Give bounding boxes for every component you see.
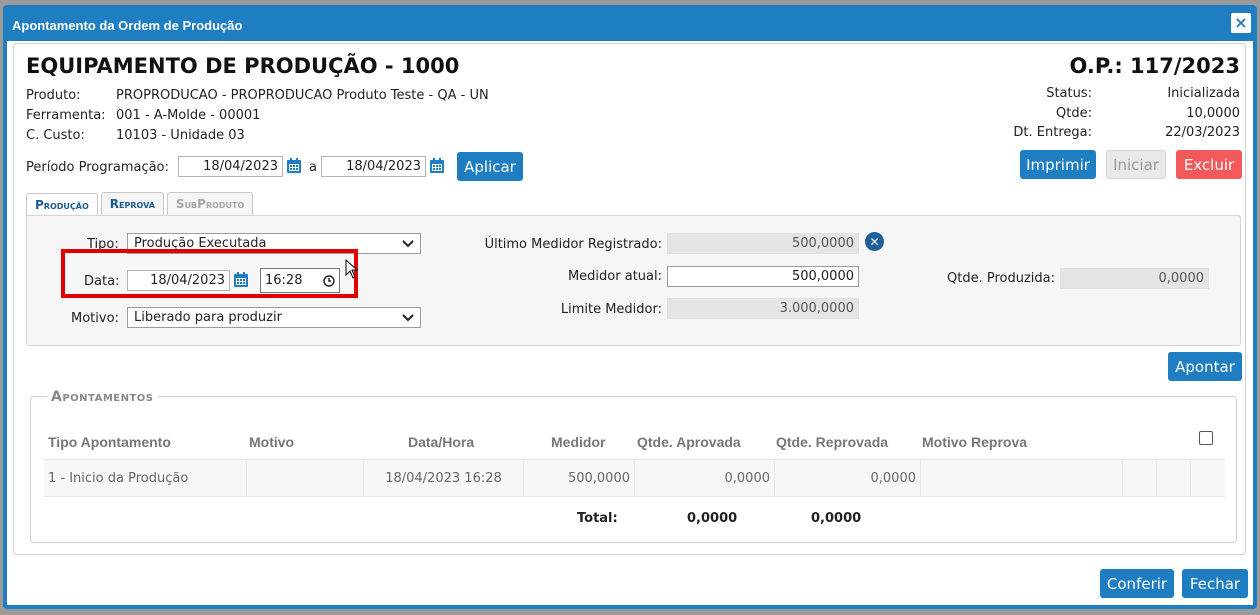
apontar-button[interactable]: Apontar [1168, 352, 1242, 381]
col-motivo: Motivo [249, 434, 295, 450]
apontamentos-legend: Apontamentos [47, 389, 158, 405]
status-block: Status: Inicializada Qtde: 10,0000 Dt. Ent… [1000, 86, 1240, 145]
motivo-label: Motivo: [71, 311, 119, 326]
chevron-down-icon [402, 313, 414, 321]
period-end-input[interactable]: 18/04/2023 [321, 156, 426, 177]
tab-subproduto[interactable]: SubProduto [166, 192, 254, 216]
entrega-value: 22/03/2023 [1165, 125, 1240, 140]
status-label: Status: [1046, 86, 1092, 101]
period-label: Período Programação: [26, 160, 169, 175]
medidor-atual-input[interactable]: 500,0000 [667, 266, 859, 287]
custo-value: 10103 - Unidade 03 [116, 128, 245, 143]
limite-medidor-label: Limite Medidor: [560, 302, 662, 317]
highlight-box [61, 249, 358, 298]
total-aprovada: 0,0000 [687, 511, 738, 526]
page-title: EQUIPAMENTO DE PRODUÇÃO - 1000 [26, 54, 460, 78]
apply-button[interactable]: Aplicar [457, 152, 523, 181]
qtde-value: 10,0000 [1186, 105, 1240, 121]
ferramenta-value: 001 - A-Molde - 00001 [116, 108, 261, 123]
ultimo-medidor-input: 500,0000 [667, 233, 859, 254]
cell-medidor: 500,0000 [524, 460, 635, 496]
status-value: Inicializada [1167, 86, 1240, 101]
cell-motivo [247, 460, 364, 496]
chevron-down-icon [402, 239, 414, 247]
conferir-button[interactable]: Conferir [1100, 569, 1174, 598]
tab-bar: Produção Reprova SubProduto [26, 192, 254, 217]
total-reprovada: 0,0000 [811, 511, 862, 526]
ferramenta-row: Ferramenta: 001 - A-Molde - 00001 [26, 108, 260, 123]
produto-row: Produto: PROPRODUCAO - PROPRODUCAO Produt… [26, 88, 489, 103]
entrega-label: Dt. Entrega: [1013, 125, 1092, 140]
col-tipo-apontamento: Tipo Apontamento [48, 434, 171, 450]
start-button[interactable]: Iniciar [1106, 150, 1166, 179]
medidor-atual-label: Medidor atual: [567, 269, 662, 284]
close-icon[interactable]: × [1231, 13, 1251, 33]
produto-label: Produto: [26, 88, 81, 103]
produto-value: PROPRODUCAO - PROPRODUCAO Produto Teste … [116, 88, 489, 103]
col-data-hora: Data/Hora [408, 434, 475, 450]
fechar-button[interactable]: Fechar [1182, 569, 1248, 598]
cell-data-hora: 18/04/2023 16:28 [364, 460, 524, 496]
tab-producao[interactable]: Produção [26, 193, 98, 217]
apontamentos-fieldset: Apontamentos Tipo Apontamento Motivo Dat… [30, 389, 1237, 543]
cell-action-2 [1157, 460, 1191, 496]
select-all-checkbox[interactable] [1199, 431, 1213, 445]
table-row[interactable]: 1 - Inicio da Produção 18/04/2023 16:28 … [44, 459, 1225, 497]
cell-qtde-aprovada: 0,0000 [635, 460, 775, 496]
period-start-input[interactable]: 18/04/2023 [178, 156, 283, 177]
cell-action-3 [1191, 460, 1225, 496]
ferramenta-label: Ferramenta: [26, 108, 106, 123]
dialog-window: Apontamento da Ordem de Produção × EQUIP… [3, 5, 1257, 609]
col-motivo-reprova: Motivo Reprova [922, 434, 1028, 450]
mouse-cursor-icon [345, 259, 359, 279]
calendar-icon[interactable] [286, 158, 302, 174]
cell-motivo-reprova [921, 460, 1123, 496]
custo-label: C. Custo: [26, 128, 85, 143]
col-qtde-aprovada: Qtde. Aprovada [637, 434, 741, 450]
qtde-produzida-input: 0,0000 [1060, 268, 1209, 289]
cell-qtde-reprovada: 0,0000 [775, 460, 921, 496]
dialog-body: EQUIPAMENTO DE PRODUÇÃO - 1000 O.P.: 117… [7, 41, 1253, 605]
qtde-produzida-label: Qtde. Produzida: [947, 271, 1055, 286]
limite-medidor-input: 3.000,0000 [667, 298, 859, 319]
tab-reprova[interactable]: Reprova [100, 192, 164, 216]
order-panel: EQUIPAMENTO DE PRODUÇÃO - 1000 O.P.: 117… [13, 43, 1246, 555]
op-number: O.P.: 117/2023 [1069, 54, 1240, 78]
custo-row: C. Custo: 10103 - Unidade 03 [26, 128, 245, 143]
dialog-title: Apontamento da Ordem de Produção [12, 18, 243, 33]
motivo-select[interactable]: Liberado para produzir [127, 307, 421, 328]
cell-tipo: 1 - Inicio da Produção [44, 460, 247, 496]
col-medidor: Medidor [551, 434, 606, 450]
period-separator: a [309, 160, 317, 175]
qtde-label: Qtde: [1056, 105, 1092, 121]
motivo-value: Liberado para produzir [134, 310, 282, 325]
col-qtde-reprovada: Qtde. Reprovada [776, 434, 889, 450]
print-button[interactable]: Imprimir [1020, 150, 1096, 179]
total-label: Total: [577, 511, 618, 526]
remove-icon[interactable]: ✕ [865, 232, 884, 251]
ultimo-medidor-label: Último Medidor Registrado: [484, 237, 662, 252]
cell-action-1 [1123, 460, 1157, 496]
calendar-icon[interactable] [429, 158, 445, 174]
delete-button[interactable]: Excluir [1176, 150, 1242, 179]
